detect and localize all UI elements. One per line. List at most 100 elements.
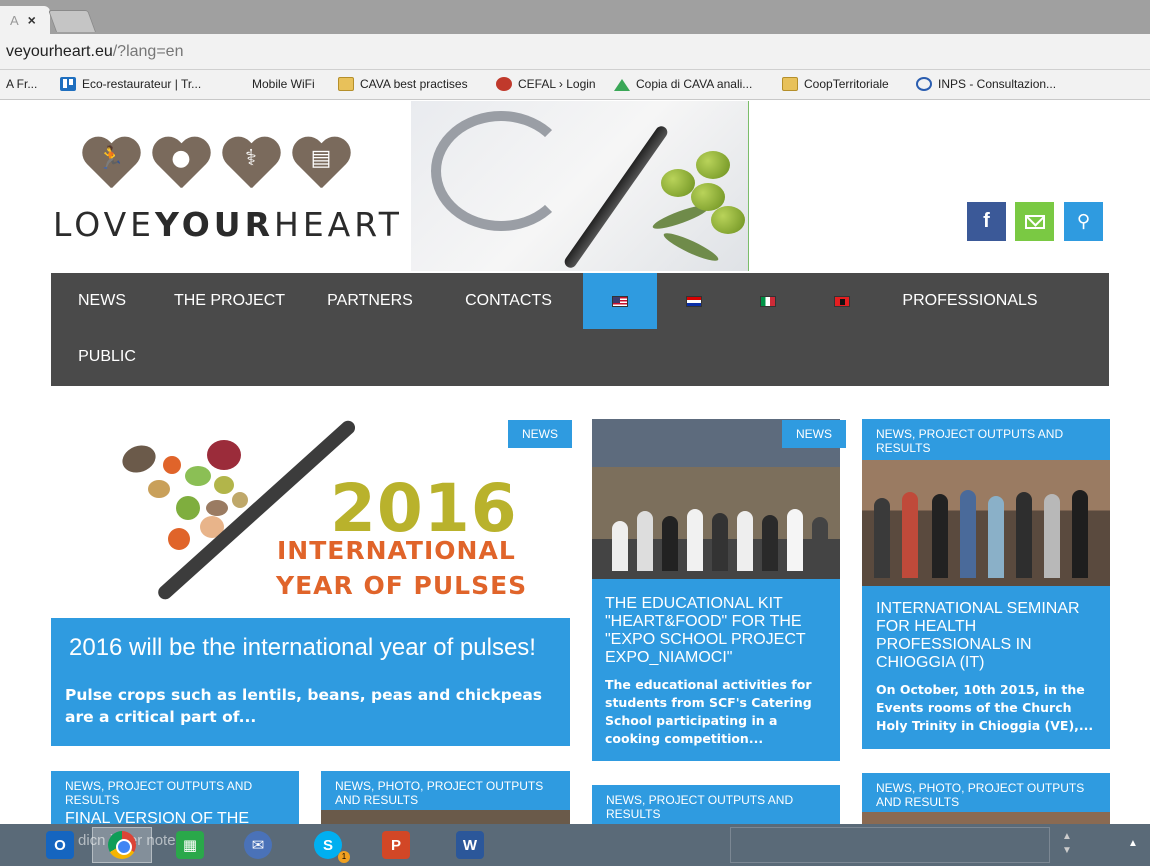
- croatia-flag-icon: [686, 295, 702, 307]
- nav-contacts[interactable]: CONTACTS: [434, 273, 583, 329]
- pulses-line1-text: INTERNATIONAL: [277, 536, 516, 565]
- bean-graphic: [185, 466, 211, 486]
- inps-icon: [916, 77, 932, 91]
- nav-label: CONTACTS: [465, 292, 552, 309]
- person-figure: [687, 509, 703, 571]
- powerpoint-taskbar-button[interactable]: P: [366, 827, 426, 863]
- bookmark-label: Copia di CAVA anali...: [636, 77, 753, 91]
- bookmark-item[interactable]: CEFAL › Login: [496, 77, 596, 91]
- person-figure: [874, 498, 890, 578]
- envelope-icon: [1024, 214, 1045, 229]
- nav-label: PROFESSIONALS: [902, 292, 1038, 309]
- windows-taskbar: ce dicn inser note O ▦ ✉ S P W ▲▼ ▲: [0, 824, 1150, 866]
- pen-image: [562, 123, 670, 271]
- logo-text-pre: LOVE: [53, 205, 156, 244]
- category-badge[interactable]: NEWS, PROJECT OUTPUTS AND RESULTS: [862, 419, 1110, 461]
- nav-public[interactable]: PUBLIC: [51, 329, 163, 385]
- browser-tab[interactable]: A ×: [0, 6, 50, 34]
- url-path: /?lang=en: [112, 43, 184, 60]
- bookmark-item[interactable]: Eco-restaurateur | Tr...: [60, 77, 201, 91]
- person-figure: [762, 515, 778, 571]
- person-figure: [812, 517, 828, 571]
- bean-graphic: [163, 456, 181, 474]
- trello-icon: [60, 77, 76, 91]
- news-card-photo[interactable]: [862, 812, 1110, 824]
- search-icon: ⚲: [1076, 211, 1091, 231]
- nav-professionals[interactable]: PROFESSIONALS: [879, 273, 1061, 329]
- person-figure: [902, 492, 918, 578]
- bookmark-item[interactable]: CAVA best practises: [338, 77, 468, 91]
- chrome-icon: [108, 831, 136, 859]
- taskbar-scroll-arrows-icon[interactable]: ▲ ▼: [1062, 830, 1072, 858]
- nav-lang-english[interactable]: [583, 273, 657, 329]
- category-badge[interactable]: NEWS, PHOTO, PROJECT OUTPUTS AND RESULTS: [321, 771, 570, 813]
- stethoscope-image: [431, 111, 571, 231]
- featured-excerpt: Pulse crops such as lentils, beans, peas…: [65, 686, 543, 726]
- bookmark-item[interactable]: INPS - Consultazion...: [916, 77, 1056, 91]
- search-button[interactable]: ⚲: [1064, 202, 1103, 241]
- thunderbird-taskbar-button[interactable]: ✉: [228, 827, 288, 863]
- bean-graphic: [176, 496, 200, 520]
- header-banner-image: [411, 101, 749, 271]
- category-badge[interactable]: NEWS: [508, 420, 572, 448]
- url-text[interactable]: veyourheart.eu/?lang=en: [6, 43, 183, 61]
- nav-news[interactable]: NEWS: [51, 273, 153, 329]
- news-card-excerpt: On October, 10th 2015, in the Events roo…: [876, 682, 1094, 733]
- show-hidden-icons-icon[interactable]: ▲: [1128, 838, 1138, 849]
- new-tab-button[interactable]: [47, 10, 97, 32]
- nav-lang-albanian[interactable]: [805, 273, 879, 329]
- bookmark-label: INPS - Consultazion...: [938, 77, 1057, 91]
- bean-graphic: [148, 480, 170, 498]
- nav-label: PUBLIC: [78, 348, 136, 365]
- person-figure: [1072, 490, 1088, 578]
- bookmark-label: A Fr...: [6, 77, 38, 91]
- taskbar-empty-area: [730, 827, 1050, 863]
- facebook-button[interactable]: f: [967, 202, 1006, 241]
- olive: [696, 151, 730, 179]
- outlook-taskbar-button[interactable]: O: [30, 827, 90, 863]
- news-card-title[interactable]: INTERNATIONAL SEMINAR FOR HEALTH PROFESS…: [876, 600, 1101, 672]
- bookmark-item[interactable]: Copia di CAVA anali...: [614, 77, 752, 91]
- chrome-taskbar-button[interactable]: [92, 827, 152, 863]
- nav-lang-italian[interactable]: [731, 273, 805, 329]
- nav-lang-croatian[interactable]: [657, 273, 731, 329]
- nav-label: THE PROJECT: [173, 292, 286, 309]
- person-figure: [1044, 494, 1060, 578]
- facebook-icon: f: [983, 210, 990, 232]
- email-button[interactable]: [1015, 202, 1054, 241]
- caduceus-heart-icon: ⚕: [220, 138, 282, 194]
- olive: [711, 206, 745, 234]
- category-badge[interactable]: NEWS, PHOTO, PROJECT OUTPUTS AND RESULTS: [862, 773, 1110, 815]
- store-taskbar-button[interactable]: ▦: [160, 827, 220, 863]
- category-badge[interactable]: NEWS, PROJECT OUTPUTS AND RESULTS: [592, 785, 840, 827]
- site-logo-text[interactable]: LOVEYOURHEART: [53, 205, 403, 244]
- person-figure: [960, 490, 976, 578]
- tab-close-icon[interactable]: ×: [28, 12, 36, 28]
- folder-icon: [338, 77, 354, 91]
- bean-graphic: [214, 476, 234, 494]
- person-figure: [662, 516, 678, 571]
- featured-title[interactable]: 2016 will be the international year of p…: [69, 634, 536, 662]
- store-icon: ▦: [176, 831, 204, 859]
- bookmark-item[interactable]: CoopTerritoriale: [782, 77, 889, 91]
- category-badge[interactable]: NEWS: [782, 420, 846, 448]
- bookmark-item[interactable]: Mobile WiFi: [252, 77, 315, 91]
- nav-the-project[interactable]: THE PROJECT: [153, 273, 306, 329]
- seminar-photo[interactable]: [862, 460, 1110, 586]
- address-bar[interactable]: veyourheart.eu/?lang=en: [0, 34, 1150, 70]
- logo-text-post: HEART: [274, 205, 403, 244]
- site-logo-hearts[interactable]: 🏃 ● ⚕ ▤: [80, 138, 352, 194]
- olive-leaf: [661, 228, 721, 266]
- bean-graphic: [168, 528, 190, 550]
- category-badge[interactable]: NEWS, PROJECT OUTPUTS AND RESULTS: [51, 771, 299, 813]
- outlook-icon: O: [46, 831, 74, 859]
- bookmark-label: Mobile WiFi: [252, 77, 315, 91]
- news-card-title[interactable]: THE EDUCATIONAL KIT "HEART&FOOD" FOR THE…: [605, 595, 830, 667]
- olive: [661, 169, 695, 197]
- word-taskbar-button[interactable]: W: [440, 827, 500, 863]
- apple-heart-icon: ●: [150, 138, 212, 194]
- bookmark-item[interactable]: A Fr...: [6, 77, 37, 91]
- news-card-photo[interactable]: [321, 810, 570, 824]
- nav-label: NEWS: [78, 292, 126, 309]
- nav-partners[interactable]: PARTNERS: [306, 273, 434, 329]
